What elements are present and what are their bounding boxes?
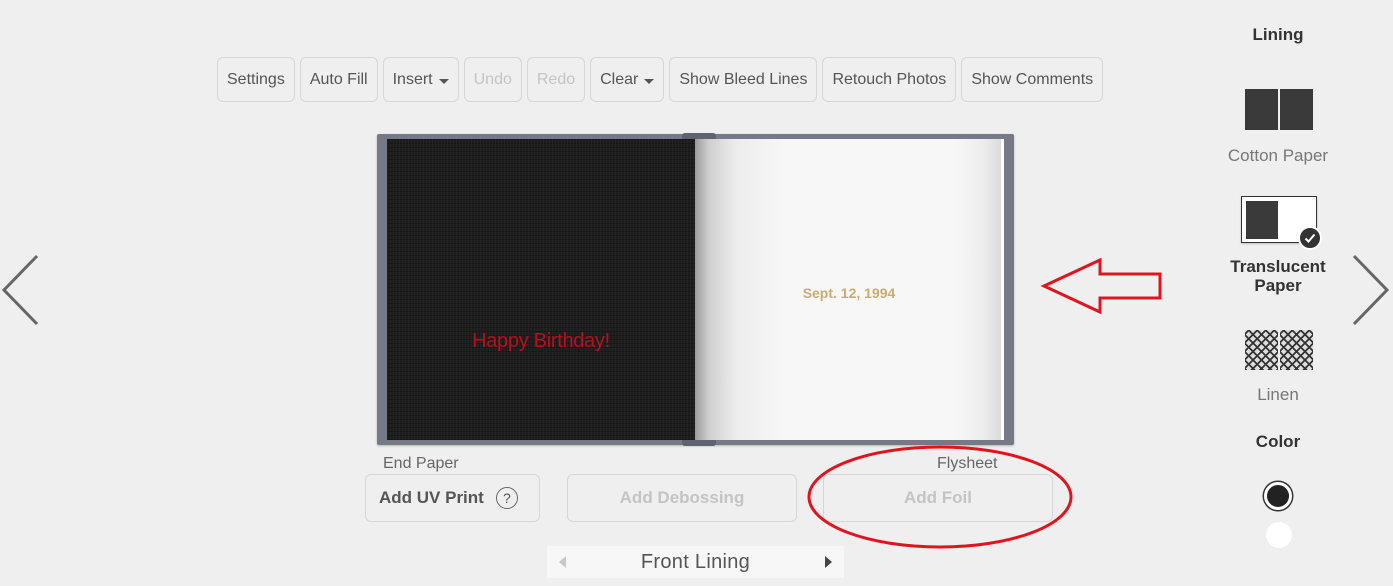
triangle-left-icon[interactable] — [559, 556, 566, 568]
checkmark-icon — [1298, 226, 1322, 250]
add-uv-print-label: Add UV Print — [379, 488, 484, 507]
triangle-right-icon[interactable] — [825, 556, 832, 568]
page-edge — [1001, 139, 1004, 440]
settings-label: Settings — [227, 70, 285, 88]
chevron-left-icon[interactable] — [0, 252, 44, 332]
add-foil-button[interactable]: Add Foil — [823, 474, 1053, 522]
caret-down-icon — [438, 78, 449, 84]
color-swatch-black[interactable] — [1264, 482, 1292, 510]
flysheet-page[interactable]: Sept. 12, 1994 — [695, 139, 1003, 440]
lining-pager: Front Lining — [547, 546, 844, 578]
redo-button[interactable]: Redo — [526, 57, 586, 102]
linen-label[interactable]: Linen — [1213, 385, 1343, 404]
editor-stage: Settings Auto Fill Insert Undo Redo Clea… — [0, 0, 1393, 586]
chevron-right-icon[interactable] — [1349, 252, 1393, 332]
end-paper-text[interactable]: Happy Birthday! — [387, 330, 695, 353]
lining-title: Lining — [1252, 25, 1304, 44]
retouch-photos-label: Retouch Photos — [832, 70, 947, 88]
undo-button[interactable]: Undo — [463, 57, 522, 102]
insert-dropdown-button[interactable]: Insert — [382, 57, 459, 102]
show-bleed-lines-button[interactable]: Show Bleed Lines — [669, 57, 818, 102]
cotton-paper-label[interactable]: Cotton Paper — [1213, 146, 1343, 165]
settings-button[interactable]: Settings — [217, 57, 295, 102]
book-spread: Happy Birthday! Sept. 12, 1994 — [377, 133, 1014, 446]
insert-label: Insert — [392, 70, 433, 88]
retouch-photos-button[interactable]: Retouch Photos — [822, 57, 957, 102]
add-uv-print-button[interactable]: Add UV Print ? — [365, 474, 540, 522]
redo-label: Redo — [536, 70, 576, 88]
auto-fill-button[interactable]: Auto Fill — [299, 57, 378, 102]
clear-dropdown-button[interactable]: Clear — [590, 57, 665, 102]
flysheet-label: Flysheet — [937, 455, 998, 472]
undo-label: Undo — [473, 70, 512, 88]
clear-label: Clear — [600, 70, 639, 88]
caret-down-icon — [644, 78, 655, 84]
help-icon[interactable]: ? — [495, 487, 518, 509]
cotton-paper-swatch[interactable] — [1245, 89, 1313, 130]
flysheet-text[interactable]: Sept. 12, 1994 — [695, 285, 1003, 301]
pager-label: Front Lining — [640, 550, 751, 573]
add-debossing-button[interactable]: Add Debossing — [567, 474, 797, 522]
end-paper-page[interactable]: Happy Birthday! — [387, 139, 695, 440]
color-swatch-white[interactable] — [1266, 522, 1292, 548]
show-comments-label: Show Comments — [971, 70, 1094, 88]
color-title: Color — [1255, 432, 1301, 451]
show-comments-button[interactable]: Show Comments — [961, 57, 1104, 102]
linen-swatch[interactable] — [1245, 330, 1313, 370]
auto-fill-label: Auto Fill — [309, 70, 368, 88]
add-debossing-label: Add Debossing — [619, 488, 745, 507]
toolbar: Settings Auto Fill Insert Undo Redo Clea… — [217, 57, 1104, 102]
end-paper-label: End Paper — [383, 455, 459, 472]
add-foil-label: Add Foil — [904, 488, 972, 507]
translucent-paper-label[interactable]: Translucent Paper — [1213, 257, 1343, 295]
show-bleed-lines-label: Show Bleed Lines — [679, 70, 808, 88]
annotation-arrow-icon — [1040, 257, 1162, 315]
